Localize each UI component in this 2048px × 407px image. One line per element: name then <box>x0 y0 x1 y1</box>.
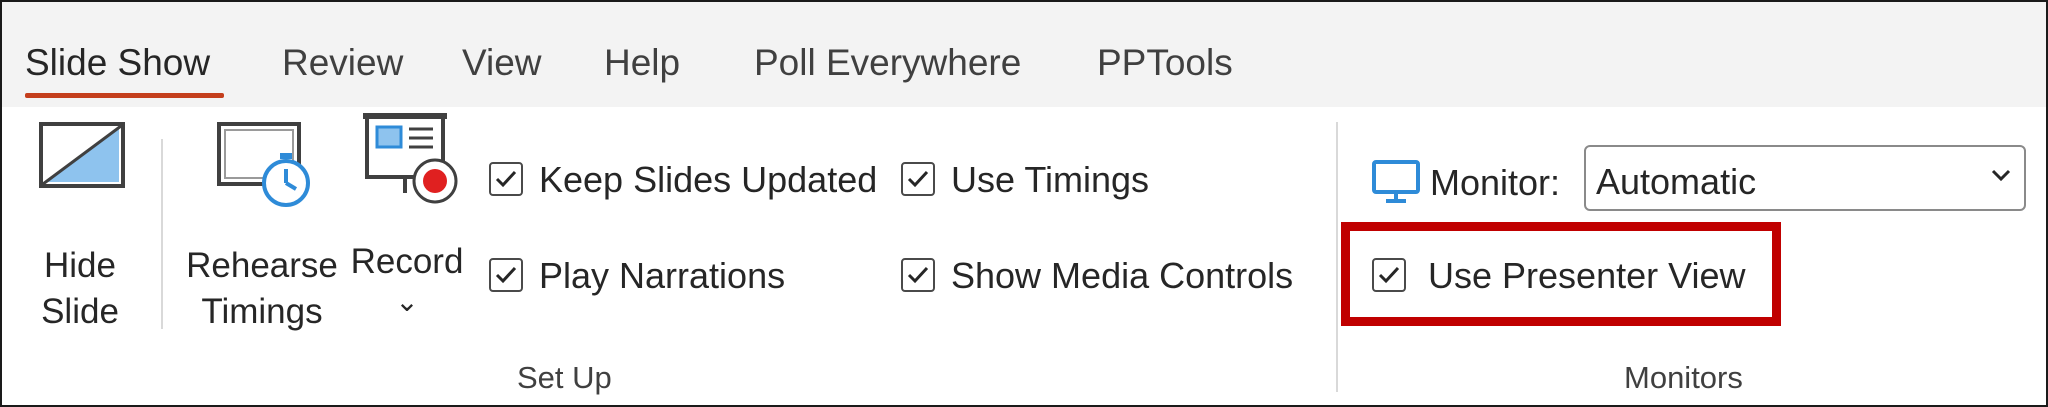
group-label-set-up: Set Up <box>517 360 612 395</box>
group-divider <box>1336 122 1338 392</box>
checkbox-checked-icon <box>489 258 523 292</box>
keep-slides-updated-label: Keep Slides Updated <box>539 159 878 200</box>
group-divider <box>161 139 163 329</box>
rehearse-timings-icon <box>216 121 316 216</box>
monitor-select[interactable]: Automatic <box>1584 145 2026 211</box>
tab-help[interactable]: Help <box>604 42 680 84</box>
play-narrations-checkbox[interactable]: Play Narrations <box>489 256 869 302</box>
use-timings-label: Use Timings <box>951 159 1150 200</box>
hide-slide-label-line1: Hide <box>44 246 116 285</box>
rehearse-timings-button[interactable]: Rehearse Timings <box>182 121 342 331</box>
ribbon-body: Hide Slide Rehearse Timings Record ⌄ Kee… <box>2 107 2046 405</box>
play-narrations-label: Play Narrations <box>539 255 786 296</box>
tab-pptools[interactable]: PPTools <box>1097 42 1233 84</box>
chevron-down-icon <box>1990 167 2012 188</box>
active-tab-indicator <box>25 93 224 98</box>
use-timings-checkbox[interactable]: Use Timings <box>901 160 1201 206</box>
tab-slide-show[interactable]: Slide Show <box>25 42 210 84</box>
show-media-controls-checkbox[interactable]: Show Media Controls <box>901 256 1301 302</box>
record-icon <box>359 109 459 214</box>
record-chevron-down-icon[interactable]: ⌄ <box>347 279 467 325</box>
monitor-label: Monitor: <box>1430 162 1561 203</box>
keep-slides-updated-checkbox[interactable]: Keep Slides Updated <box>489 160 877 206</box>
hide-slide-label-line2: Slide <box>41 292 119 331</box>
show-media-controls-label: Show Media Controls <box>951 255 1294 296</box>
rehearse-timings-label-line2: Timings <box>201 292 323 331</box>
rehearse-timings-label-line1: Rehearse <box>186 246 338 285</box>
record-button[interactable]: Record ⌄ <box>347 107 467 337</box>
group-label-monitors: Monitors <box>1624 360 1743 395</box>
ribbon-window: Slide Show Review View Help Poll Everywh… <box>0 0 2048 407</box>
tab-view[interactable]: View <box>462 42 542 84</box>
monitor-select-value: Automatic <box>1596 161 1757 202</box>
presenter-view-highlight-box <box>1341 222 1781 326</box>
checkbox-checked-icon <box>901 162 935 196</box>
checkbox-checked-icon <box>489 162 523 196</box>
hide-slide-button[interactable]: Hide Slide <box>20 121 140 331</box>
checkbox-checked-icon <box>901 258 935 292</box>
monitor-icon <box>1371 159 1421 210</box>
ribbon-tab-bar: Slide Show Review View Help Poll Everywh… <box>2 2 2046 107</box>
tab-review[interactable]: Review <box>282 42 403 84</box>
hide-slide-icon <box>38 121 128 196</box>
tab-poll-everywhere[interactable]: Poll Everywhere <box>754 42 1021 84</box>
